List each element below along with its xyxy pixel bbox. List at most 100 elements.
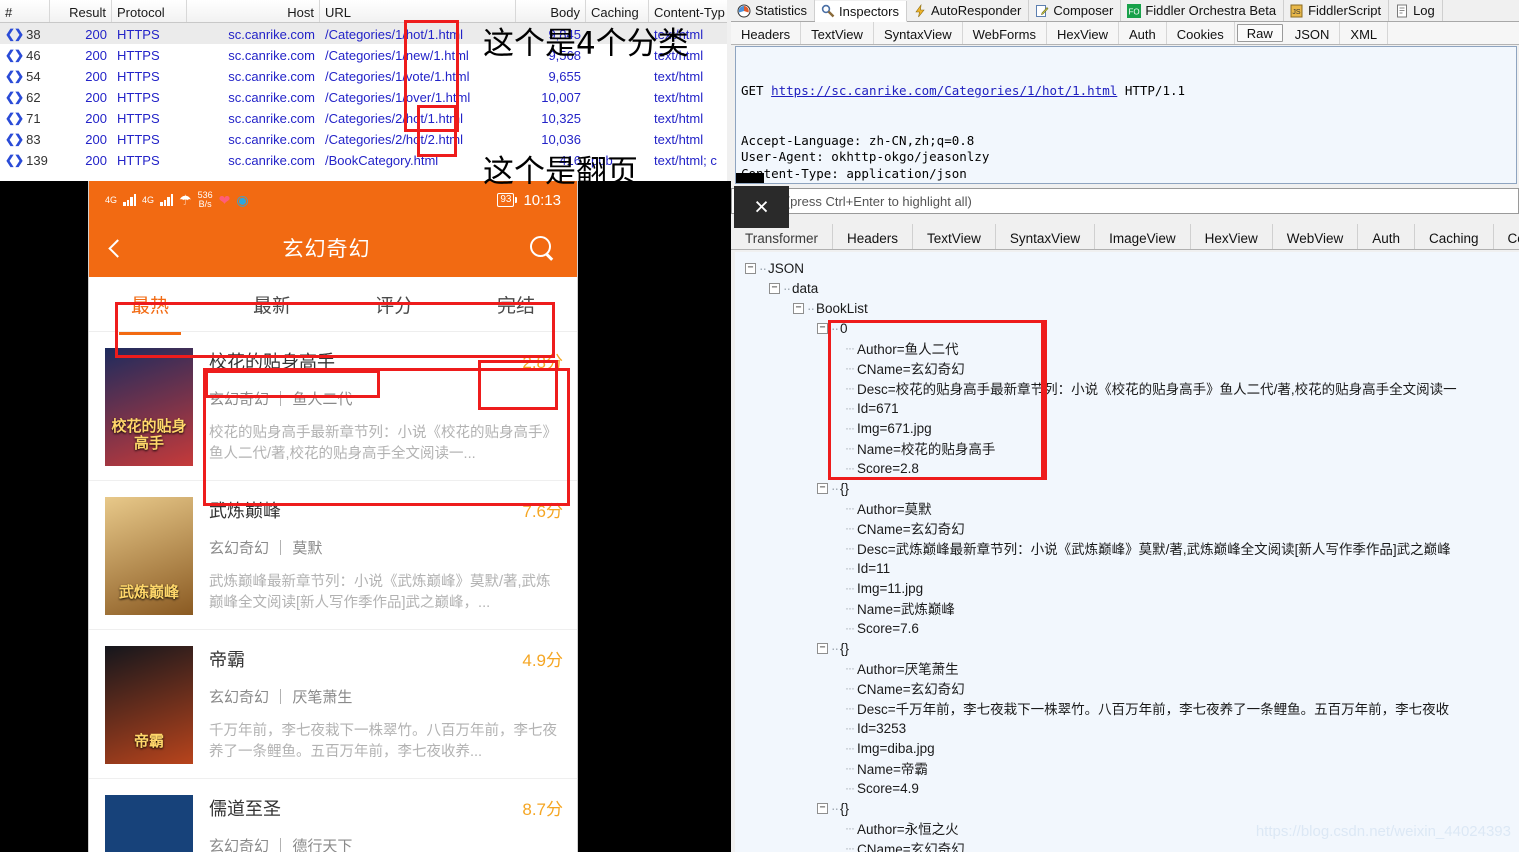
json-array-item-node[interactable]: − ··{} bbox=[735, 798, 1519, 818]
sort-tab-最热[interactable]: 最热 bbox=[89, 291, 211, 318]
json-leaf-desc[interactable]: ··· Desc=千万年前，李七夜栽下一株翠竹。八百万年前，李七夜养了一条鲤鱼。五… bbox=[735, 698, 1519, 718]
back-icon[interactable] bbox=[108, 238, 127, 258]
collapse-toggle-icon[interactable]: − bbox=[769, 282, 780, 294]
json-leaf-id[interactable]: ··· Id=671 bbox=[735, 398, 1519, 418]
response-tab-caching[interactable]: Caching bbox=[1415, 224, 1494, 249]
column-header-number[interactable]: # bbox=[0, 0, 50, 22]
json-leaf-img[interactable]: ··· Img=diba.jpg bbox=[735, 738, 1519, 758]
request-tab-syntaxview[interactable]: SyntaxView bbox=[874, 22, 963, 44]
column-header-host[interactable]: Host bbox=[187, 0, 320, 22]
json-leaf-name[interactable]: ··· Name=校花的贴身高手 bbox=[735, 438, 1519, 458]
collapse-toggle-icon[interactable]: − bbox=[793, 302, 804, 314]
session-content-type: text/html bbox=[654, 110, 704, 126]
column-header-result[interactable]: Result bbox=[50, 0, 112, 22]
collapse-toggle-icon[interactable]: − bbox=[745, 262, 756, 274]
search-icon[interactable] bbox=[529, 235, 555, 261]
request-tab-auth[interactable]: Auth bbox=[1119, 22, 1167, 44]
json-leaf-author[interactable]: ··· Author=莫默 bbox=[735, 498, 1519, 518]
collapse-toggle-icon[interactable]: − bbox=[817, 482, 828, 494]
json-leaf-name[interactable]: ··· Name=武炼巅峰 bbox=[735, 598, 1519, 618]
session-row[interactable]: ❮❯ 54 200 HTTPS sc.canrike.com/Categories/1/… bbox=[0, 65, 731, 86]
book-title-row: 校花的贴身高手 2.8分 bbox=[209, 348, 563, 374]
close-button[interactable]: × bbox=[734, 186, 789, 228]
main-tab-log[interactable]: Log bbox=[1389, 0, 1443, 21]
json-leaf-text: Score=4.9 bbox=[857, 780, 919, 796]
session-result: 200 bbox=[85, 47, 107, 63]
book-card[interactable]: 儒道儒道至圣 8.7分玄幻奇幻 ｜ 德行天下 bbox=[89, 779, 577, 852]
request-tab-textview[interactable]: TextView bbox=[801, 22, 874, 44]
json-array-index: 0 bbox=[840, 320, 848, 336]
request-tab-hexview[interactable]: HexView bbox=[1047, 22, 1120, 44]
session-body-size: 10,007 bbox=[541, 89, 581, 105]
json-leaf-name[interactable]: ··· Name=帝霸 bbox=[735, 758, 1519, 778]
collapse-toggle-icon[interactable]: − bbox=[817, 802, 828, 814]
session-row[interactable]: ❮❯ 71 200 HTTPS sc.canrike.com/Categories/2/… bbox=[0, 107, 731, 128]
response-tab-hexview[interactable]: HexView bbox=[1191, 224, 1273, 249]
request-tab-headers[interactable]: Headers bbox=[731, 22, 802, 44]
json-leaf-score[interactable]: ··· Score=7.6 bbox=[735, 618, 1519, 638]
main-tab-inspectors[interactable]: Inspectors bbox=[815, 1, 907, 22]
request-tab-xml[interactable]: XML bbox=[1340, 22, 1389, 44]
json-leaf-cname[interactable]: ··· CName=玄幻奇幻 bbox=[735, 678, 1519, 698]
session-id-cell: ❮❯ 71 bbox=[0, 107, 50, 128]
find-bar[interactable]: Find... (press Ctrl+Enter to highlight a… bbox=[731, 188, 1519, 214]
request-tab-cookies[interactable]: Cookies bbox=[1167, 22, 1235, 44]
json-array-item-node[interactable]: − ··{} bbox=[735, 638, 1519, 658]
raw-request-view[interactable]: GET https://sc.canrike.com/Categories/1/… bbox=[735, 46, 1517, 184]
json-leaf-author[interactable]: ··· Author=厌笔萧生 bbox=[735, 658, 1519, 678]
request-tab-raw[interactable]: Raw bbox=[1236, 24, 1283, 42]
book-category-author: 玄幻奇幻 ｜ 鱼人二代 bbox=[209, 391, 353, 408]
response-tab-textview[interactable]: TextView bbox=[913, 224, 996, 249]
response-tab-auth[interactable]: Auth bbox=[1358, 224, 1416, 249]
json-leaf-score[interactable]: ··· Score=2.8 bbox=[735, 458, 1519, 478]
json-leaf-id[interactable]: ··· Id=11 bbox=[735, 558, 1519, 578]
json-leaf-desc[interactable]: ··· Desc=武炼巅峰最新章节列：小说《武炼巅峰》莫默/著,武炼巅峰全文阅读[… bbox=[735, 538, 1519, 558]
collapse-toggle-icon[interactable]: − bbox=[817, 642, 828, 654]
json-array-item-node[interactable]: − ·· 0 bbox=[735, 318, 1519, 338]
book-cover: 武炼巅峰 bbox=[105, 497, 193, 615]
json-leaf-text: Id=671 bbox=[857, 400, 899, 416]
json-leaf-img[interactable]: ··· Img=11.jpg bbox=[735, 578, 1519, 598]
session-result: 200 bbox=[85, 89, 107, 105]
json-leaf-desc[interactable]: ··· Desc=校花的贴身高手最新章节列：小说《校花的贴身高手》鱼人二代/著,校… bbox=[735, 378, 1519, 398]
book-card[interactable]: 武炼巅峰 武炼巅峰 7.6分 玄幻奇幻 ｜ 莫默 武炼巅峰最新章节列：小说《武炼巅峰》莫… bbox=[89, 481, 577, 630]
json-leaf-img[interactable]: ··· Img=671.jpg bbox=[735, 418, 1519, 438]
json-leaf-cname[interactable]: ··· CName=玄幻奇幻 bbox=[735, 838, 1519, 852]
json-leaf-author[interactable]: ··· Author=鱼人二代 bbox=[735, 338, 1519, 358]
sort-tab-完结[interactable]: 完结 bbox=[455, 291, 577, 318]
main-tab-autoresponder[interactable]: AutoResponder bbox=[907, 0, 1030, 21]
response-tab-imageview[interactable]: ImageView bbox=[1095, 224, 1191, 249]
request-tab-webforms[interactable]: WebForms bbox=[963, 22, 1047, 44]
json-leaf-score[interactable]: ··· Score=4.9 bbox=[735, 778, 1519, 798]
book-card[interactable]: 校花的贴身高手 校花的贴身高手 2.8分 玄幻奇幻 ｜ 鱼人二代 校花的贴身高手最新章节… bbox=[89, 332, 577, 481]
response-tab-cool[interactable]: Cool bbox=[1494, 224, 1519, 249]
json-leaf-cname[interactable]: ··· CName=玄幻奇幻 bbox=[735, 358, 1519, 378]
main-tab-statistics[interactable]: Statistics bbox=[731, 0, 816, 21]
json-booklist-node[interactable]: − ·· BookList bbox=[735, 298, 1519, 318]
json-tree-view[interactable]: − ·· JSON − ·· data − ·· BookList − ·· 0 ··· Autho… bbox=[735, 252, 1519, 852]
json-leaf-id[interactable]: ··· Id=3253 bbox=[735, 718, 1519, 738]
sort-tab-评分[interactable]: 评分 bbox=[333, 291, 455, 318]
json-data-node[interactable]: − ·· data bbox=[735, 278, 1519, 298]
tree-branch-icon: ··· bbox=[845, 681, 855, 695]
response-tab-headers[interactable]: Headers bbox=[833, 224, 914, 249]
book-card[interactable]: 帝霸 帝霸 4.9分 玄幻奇幻 ｜ 厌笔萧生 千万年前，李七夜栽下一株翠竹。八百万年前，… bbox=[89, 630, 577, 779]
main-tab-fiddler-orchestra-beta[interactable]: FO Fiddler Orchestra Beta bbox=[1121, 0, 1285, 21]
request-url-link[interactable]: https://sc.canrike.com/Categories/1/hot/… bbox=[771, 83, 1117, 98]
column-header-protocol[interactable]: Protocol bbox=[112, 0, 187, 22]
response-tab-syntaxview[interactable]: SyntaxView bbox=[996, 224, 1096, 249]
log-icon bbox=[1395, 4, 1409, 18]
tree-dots: ·· bbox=[831, 640, 839, 656]
js-icon: JS bbox=[1290, 4, 1304, 18]
session-row[interactable]: ❮❯ 62 200 HTTPS sc.canrike.com/Categories/1/… bbox=[0, 86, 731, 107]
json-root-node[interactable]: − ·· JSON bbox=[735, 258, 1519, 278]
main-tab-fiddlerscript[interactable]: JS FiddlerScript bbox=[1284, 0, 1390, 21]
main-tab-composer[interactable]: Composer bbox=[1029, 0, 1122, 21]
collapse-toggle-icon[interactable]: − bbox=[817, 322, 828, 334]
response-tab-webview[interactable]: WebView bbox=[1273, 224, 1359, 249]
request-tab-json[interactable]: JSON bbox=[1285, 22, 1341, 44]
json-array-item-node[interactable]: − ··{} bbox=[735, 478, 1519, 498]
json-leaf-cname[interactable]: ··· CName=玄幻奇幻 bbox=[735, 518, 1519, 538]
sort-tab-最新[interactable]: 最新 bbox=[211, 291, 333, 318]
tree-branch-icon: ··· bbox=[845, 541, 855, 555]
